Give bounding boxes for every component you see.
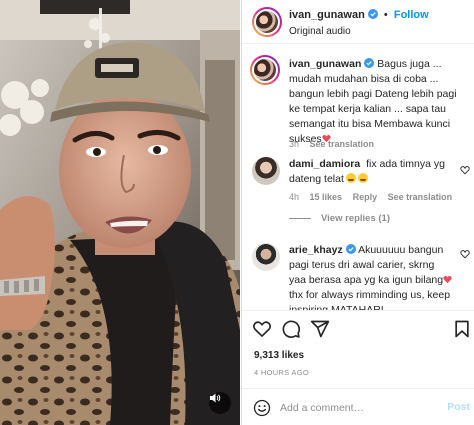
view-replies-label: View replies (1) [321,213,390,224]
comments-list[interactable]: ivan_gunawan Bagus juga ... mudah mudaha… [242,45,474,310]
follow-button[interactable]: Follow [394,9,429,21]
view-replies-button[interactable]: View replies (1) [289,213,390,224]
post-details-pane: ivan_gunawan • Follow Original audio iva… [241,0,474,425]
comment-username[interactable]: dami_damiora [289,158,360,170]
comment-like-heart-icon[interactable] [460,249,470,259]
separator-dot: • [383,9,388,21]
verified-icon [364,58,375,68]
video-frame [0,0,240,425]
caption-meta: 3h See translation [289,139,382,149]
comment-icon[interactable] [281,319,301,339]
heart-icon[interactable] [252,319,272,339]
caption-text-block: ivan_gunawan Bagus juga ... mudah mudaha… [289,57,465,147]
add-comment-input[interactable] [280,398,430,418]
commenter-avatar[interactable] [252,243,280,271]
post-header: ivan_gunawan • Follow Original audio [242,0,474,44]
audio-label[interactable]: Original audio [289,26,351,37]
comment-like-heart-icon[interactable] [460,165,470,175]
red-heart-emoji-icon [443,276,452,284]
author-line: ivan_gunawan • Follow [289,9,429,21]
post-timestamp[interactable]: 4 HOURS AGO [254,368,309,377]
reply-button[interactable]: Reply [353,192,378,202]
author-username[interactable]: ivan_gunawan [289,9,365,21]
caption-text: Bagus juga ... mudah mudahan bisa di cob… [289,58,457,145]
comment-text-block: dami_damiora fix ada timnya yg dateng te… [289,157,454,187]
mute-button[interactable] [209,392,231,414]
comment-likes[interactable]: 15 likes [310,192,343,202]
emoji-smile-icon[interactable] [253,399,271,417]
add-comment-bar: Post [242,388,474,425]
post-media[interactable] [0,0,240,425]
commenter-avatar[interactable] [252,157,280,185]
verified-icon [345,244,356,254]
comment-username[interactable]: arie_khayz [289,244,343,256]
speaker-icon [210,393,221,403]
post-comment-button[interactable]: Post [447,401,470,413]
comment-meta: 4h 15 likes Reply See translation [289,192,460,202]
action-bar [242,310,474,346]
share-icon[interactable] [310,319,330,339]
comment-text-block: arie_khayz Akuuuuuu bangun pagi terus dr… [289,243,454,310]
bookmark-icon[interactable] [452,319,472,339]
author-avatar[interactable] [252,7,282,37]
comment-time: 4h [289,192,300,202]
caption-time: 3h [289,139,300,149]
rolling-laughing-emoji-icon [357,173,368,183]
see-translation-link[interactable]: See translation [310,139,375,149]
caption-avatar[interactable] [250,55,280,85]
caption-username[interactable]: ivan_gunawan [289,58,361,70]
replies-divider [289,217,311,219]
grinning-sweat-emoji-icon [345,173,356,183]
see-translation-link[interactable]: See translation [388,192,453,202]
likes-count[interactable]: 9,313 likes [254,350,304,361]
comment-text-line2: thx for always rimminding us, keep inspi… [289,289,451,310]
verified-icon [367,9,378,19]
